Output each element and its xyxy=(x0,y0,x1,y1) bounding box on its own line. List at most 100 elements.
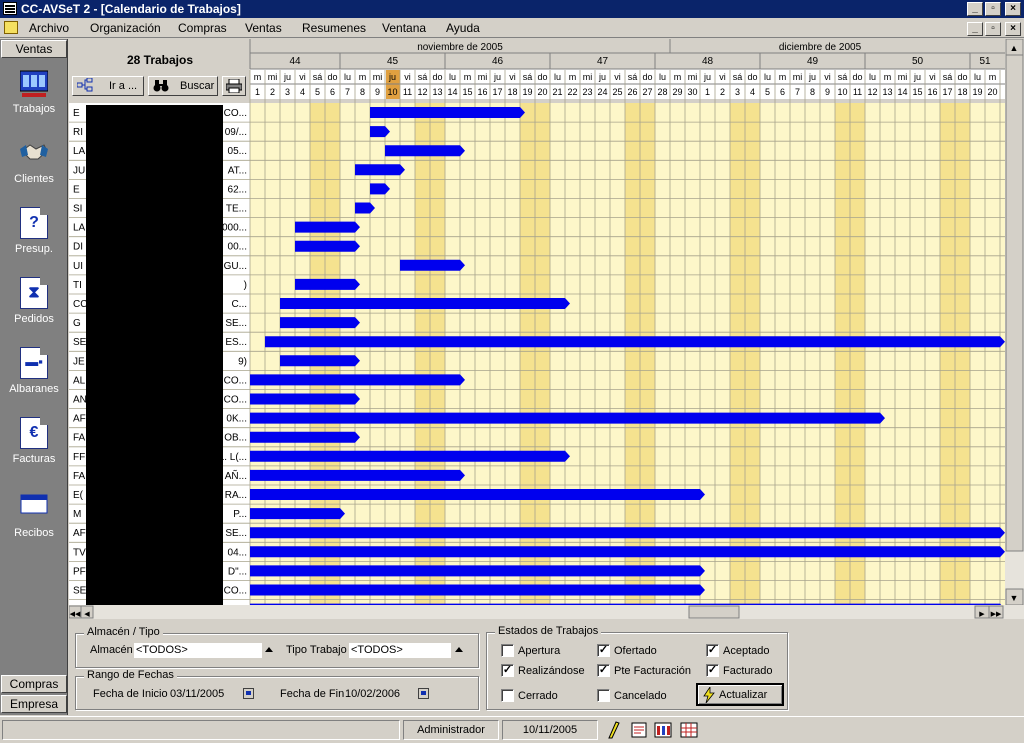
fecha-inicio-calendar-icon[interactable] xyxy=(243,688,254,699)
sidebar-item-presup[interactable]: ? Presup. xyxy=(0,207,68,275)
sidebar-label-albaranes: Albaranes xyxy=(9,383,59,395)
sidebar-label-clientes: Clientes xyxy=(14,173,54,185)
day-letter: vi xyxy=(929,72,936,82)
grid-icon[interactable] xyxy=(680,721,698,739)
row-label-tail: AÑ... xyxy=(225,469,247,482)
goto-button[interactable]: Ir a ... xyxy=(72,76,144,96)
document-icon[interactable] xyxy=(4,21,18,34)
row-label-tail: OB... xyxy=(224,433,247,444)
job-bar xyxy=(250,431,355,443)
search-button[interactable]: Buscar xyxy=(148,76,218,96)
day-number: 27 xyxy=(642,87,652,97)
tipo-trabajo-select[interactable]: <TODOS> xyxy=(349,643,451,658)
row-label-tail: 9) xyxy=(238,356,247,367)
printer-icon xyxy=(225,78,243,94)
day-number: 19 xyxy=(522,87,532,97)
realizandose-checkbox[interactable]: ✓ xyxy=(501,664,514,677)
cerrado-label: Cerrado xyxy=(518,690,558,702)
day-number: 4 xyxy=(300,87,305,97)
almacen-select[interactable]: <TODOS> xyxy=(134,643,262,658)
sidebar-label-trabajos: Trabajos xyxy=(12,103,56,115)
cerrado-checkbox[interactable] xyxy=(501,689,514,702)
job-bar xyxy=(295,240,355,252)
menu-ventana[interactable]: Ventana xyxy=(382,21,426,35)
sidebar-section-compras[interactable]: Compras xyxy=(1,675,67,693)
fecha-inicio-input[interactable]: 03/11/2005 xyxy=(170,687,240,702)
fecha-fin-input[interactable]: 10/02/2006 xyxy=(345,687,415,702)
sidebar-label-pedidos: Pedidos xyxy=(14,313,54,325)
sidebar-item-facturas[interactable]: € Facturas xyxy=(0,417,68,485)
day-number: 22 xyxy=(567,87,577,97)
menu-ventas[interactable]: Ventas xyxy=(245,21,282,35)
day-number: 11 xyxy=(853,87,862,97)
binoculars-icon xyxy=(153,79,169,93)
mdi-restore-icon[interactable]: ▫ xyxy=(985,22,1001,36)
row-label-tail: SE... xyxy=(225,318,247,329)
tipo-trabajo-dropdown-icon[interactable] xyxy=(455,647,463,652)
row-label: DI xyxy=(73,242,83,253)
maximize-icon[interactable]: ▫ xyxy=(985,2,1001,16)
day-letter: sá xyxy=(313,72,323,82)
mdi-minimize-icon[interactable]: _ xyxy=(967,22,983,36)
cancelado-checkbox[interactable] xyxy=(597,689,610,702)
goto-label: Ir a ... xyxy=(109,80,138,92)
day-number: 18 xyxy=(957,87,967,97)
menu-resumenes[interactable]: Resumenes xyxy=(302,21,366,35)
sidebar-section-ventas[interactable]: Ventas xyxy=(1,40,67,58)
row-label-tail: 09/... xyxy=(225,127,247,138)
row-label: TI xyxy=(73,280,82,291)
menu-archivo[interactable]: Archivo xyxy=(29,21,69,35)
mdi-close-icon[interactable]: × xyxy=(1005,22,1021,36)
row-label-tail: GU... xyxy=(224,261,247,272)
job-bar xyxy=(250,565,700,577)
row-label: AL xyxy=(73,375,86,386)
day-letter: m xyxy=(779,72,787,82)
sidebar-item-clientes[interactable]: Clientes xyxy=(0,137,68,205)
apertura-checkbox[interactable] xyxy=(501,644,514,657)
row-label-tail: 04... xyxy=(228,547,247,558)
menu-ayuda[interactable]: Ayuda xyxy=(446,21,480,35)
pencil-icon[interactable] xyxy=(604,721,622,739)
euro-document-icon: € xyxy=(20,417,48,449)
day-number: 17 xyxy=(942,87,952,97)
aceptado-checkbox[interactable]: ✓ xyxy=(706,644,719,657)
row-label: M xyxy=(73,509,81,520)
day-number: 3 xyxy=(285,87,290,97)
columns-icon[interactable] xyxy=(654,721,672,739)
sidebar-item-recibos[interactable]: Recibos xyxy=(0,491,68,559)
day-letter: ju xyxy=(703,72,711,82)
print-button[interactable] xyxy=(222,76,246,96)
sidebar-item-trabajos[interactable]: Trabajos xyxy=(0,67,68,135)
day-number: 12 xyxy=(417,87,427,97)
day-letter: do xyxy=(852,72,862,82)
jobs-count-label: 28 Trabajos xyxy=(126,53,194,67)
actualizar-button[interactable]: Actualizar xyxy=(696,683,784,706)
hourglass-document-icon: ⧗ xyxy=(20,277,48,309)
row-label-tail: RA... xyxy=(225,490,247,501)
sidebar: Ventas Trabajos Clientes ? Presup. ⧗ Ped… xyxy=(0,39,68,715)
day-number: 7 xyxy=(795,87,800,97)
tree-icon xyxy=(76,77,93,92)
film-strip-icon xyxy=(19,67,49,99)
menu-organizacion[interactable]: Organización xyxy=(90,21,161,35)
day-number: 6 xyxy=(330,87,335,97)
row-label: E xyxy=(73,184,80,195)
close-icon[interactable]: × xyxy=(1005,2,1021,16)
fecha-fin-calendar-icon[interactable] xyxy=(418,688,429,699)
sidebar-item-pedidos[interactable]: ⧗ Pedidos xyxy=(0,277,68,345)
sidebar-section-empresa[interactable]: Empresa xyxy=(1,695,67,713)
app-icon xyxy=(3,2,17,15)
sidebar-item-albaranes[interactable]: ▬▪ Albaranes xyxy=(0,347,68,415)
day-number: 15 xyxy=(462,87,472,97)
menu-compras[interactable]: Compras xyxy=(178,21,227,35)
rango-fechas-title: Rango de Fechas xyxy=(84,669,177,681)
pte-facturacion-checkbox[interactable]: ✓ xyxy=(597,664,610,677)
ofertado-checkbox[interactable]: ✓ xyxy=(597,644,610,657)
row-label-tail: CO... xyxy=(224,108,247,119)
facturado-checkbox[interactable]: ✓ xyxy=(706,664,719,677)
notes-icon[interactable] xyxy=(630,721,648,739)
minimize-icon[interactable]: _ xyxy=(967,2,983,16)
almacen-dropdown-icon[interactable] xyxy=(265,647,273,652)
day-letter: m xyxy=(359,72,367,82)
day-letter: mi xyxy=(898,72,908,82)
